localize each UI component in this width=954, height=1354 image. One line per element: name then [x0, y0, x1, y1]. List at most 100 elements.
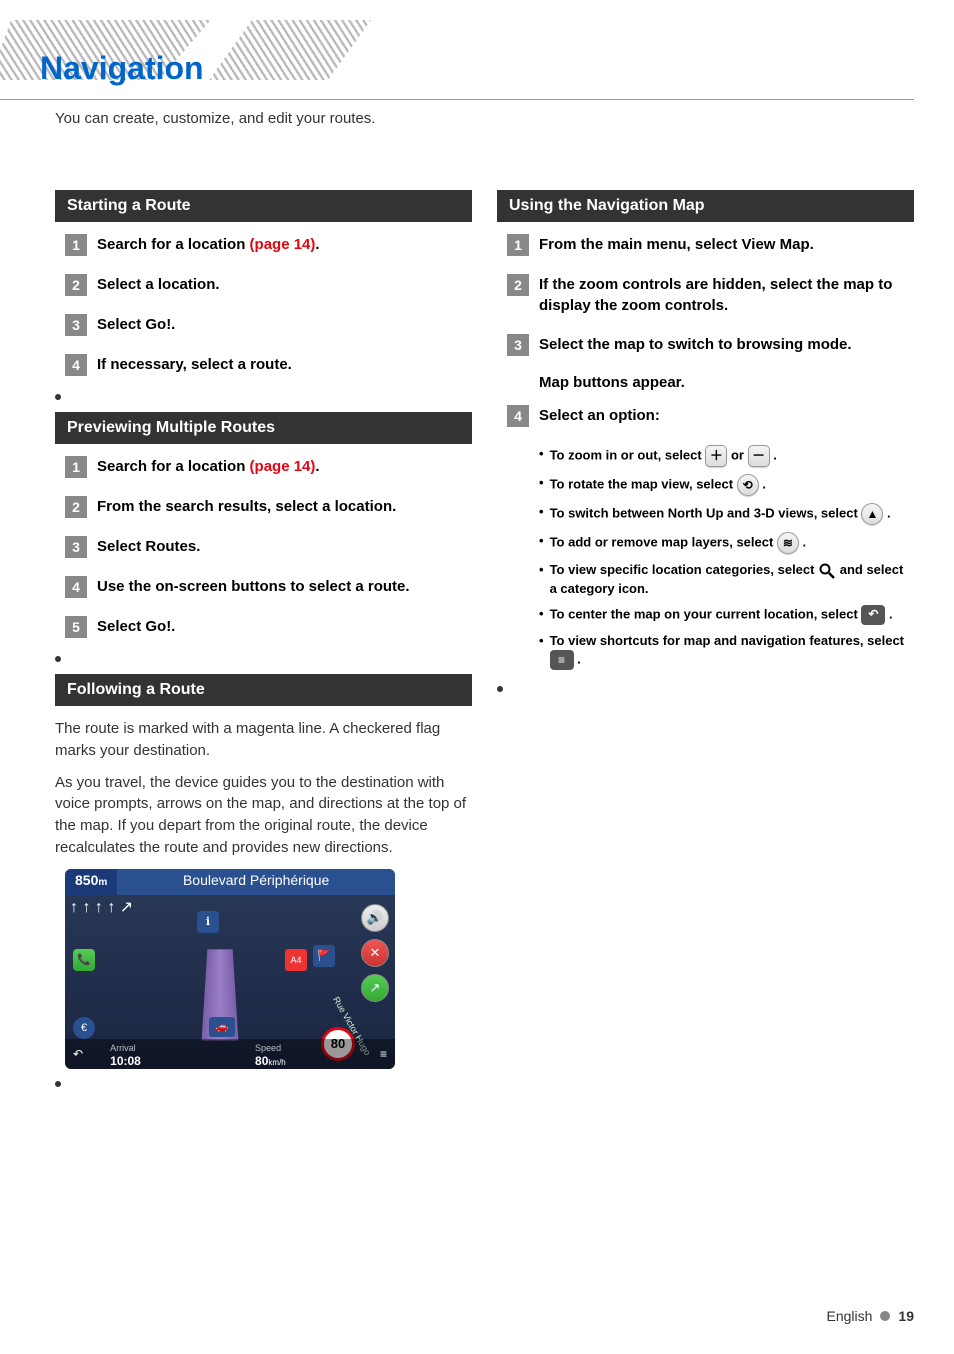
- option-list: • To zoom in or out, select ＋ or － . • T…: [539, 445, 914, 670]
- step-text: From the main menu, select View Map.: [539, 234, 914, 255]
- step-number: 2: [65, 274, 87, 296]
- step-text: Select Go!.: [97, 314, 472, 335]
- layers-icon: ≋: [777, 532, 799, 554]
- step-text: Use the on-screen buttons to select a ro…: [97, 576, 472, 597]
- step-number: 4: [507, 405, 529, 427]
- note-text: Map buttons appear.: [539, 374, 914, 391]
- page-subtitle: You can create, customize, and edit your…: [55, 110, 375, 127]
- body-paragraph: As you travel, the device guides you to …: [55, 772, 472, 859]
- search-icon: [818, 562, 836, 580]
- decorative-hatching: [209, 20, 371, 80]
- step-row: 5 Select Go!.: [65, 616, 472, 638]
- step-text: Select Go!.: [97, 616, 472, 637]
- step-row: 1 From the main menu, select View Map.: [507, 234, 914, 256]
- step-row: 3 Select the map to switch to browsing m…: [507, 334, 914, 356]
- step-row: 2 From the search results, select a loca…: [65, 496, 472, 518]
- map-lane-arrows: ↑ ↑ ↑ ↑ ↗: [70, 897, 133, 917]
- bullet-icon: •: [539, 503, 544, 521]
- menu-icon: ≡: [550, 650, 574, 670]
- map-info-icon: ℹ: [197, 911, 219, 933]
- list-item: • To rotate the map view, select ⟲ .: [539, 474, 914, 496]
- step-text: Select an option:: [539, 405, 914, 426]
- step-number: 1: [507, 234, 529, 256]
- content-columns: Starting a Route 1 Search for a location…: [0, 100, 954, 1099]
- step-text: Select the map to switch to browsing mod…: [539, 334, 914, 355]
- step-text: Select a location.: [97, 274, 472, 295]
- step-text: If the zoom controls are hidden, select …: [539, 274, 914, 316]
- step-row: 3 Select Go!.: [65, 314, 472, 336]
- page-link[interactable]: (page 14): [250, 458, 316, 475]
- left-column: Starting a Route 1 Search for a location…: [55, 190, 472, 1099]
- page-link[interactable]: (page 14): [250, 236, 316, 253]
- euro-icon: €: [73, 1017, 95, 1039]
- mute-icon: 🔊: [361, 904, 389, 932]
- step-row: 4 If necessary, select a route.: [65, 354, 472, 376]
- step-number: 5: [65, 616, 87, 638]
- step-row: 2 Select a location.: [65, 274, 472, 296]
- step-number: 4: [65, 576, 87, 598]
- menu-icon: ≡: [380, 1047, 387, 1061]
- back-arrow-icon: ↶: [861, 605, 885, 625]
- compass-icon: ▲: [861, 503, 883, 525]
- step-row: 4 Select an option:: [507, 405, 914, 427]
- flag-icon: 🚩: [313, 945, 335, 967]
- section-previewing-routes: Previewing Multiple Routes: [55, 412, 472, 444]
- step-row: 1 Search for a location (page 14).: [65, 234, 472, 256]
- bullet-icon: •: [539, 445, 544, 463]
- bullet-icon: •: [539, 474, 544, 492]
- section-using-navigation-map: Using the Navigation Map: [497, 190, 914, 222]
- zoom-in-icon: ＋: [705, 445, 727, 467]
- map-top-bar: 850m Boulevard Périphérique: [65, 869, 395, 895]
- page-footer: English 19: [827, 1308, 915, 1324]
- step-text: Search for a location (page 14).: [97, 234, 472, 255]
- vehicle-icon: 🚗: [209, 1017, 235, 1037]
- step-row: 2 If the zoom controls are hidden, selec…: [507, 274, 914, 316]
- step-row: 4 Use the on-screen buttons to select a …: [65, 576, 472, 598]
- step-text: If necessary, select a route.: [97, 354, 472, 375]
- footer-language: English: [827, 1308, 873, 1324]
- step-number: 3: [507, 334, 529, 356]
- zoom-out-icon: －: [748, 445, 770, 467]
- speed-info: Speed 80km/h: [255, 1040, 286, 1068]
- bullet-icon: •: [539, 532, 544, 550]
- section-dot: [497, 686, 503, 692]
- section-dot: [55, 1081, 61, 1087]
- list-item: • To view shortcuts for map and navigati…: [539, 632, 914, 670]
- list-item: • To add or remove map layers, select ≋ …: [539, 532, 914, 554]
- step-number: 4: [65, 354, 87, 376]
- list-item: • To view specific location categories, …: [539, 561, 914, 598]
- section-starting-route: Starting a Route: [55, 190, 472, 222]
- detour-icon: ↗: [361, 974, 389, 1002]
- step-number: 2: [507, 274, 529, 296]
- phone-icon: 📞: [73, 949, 95, 971]
- step-number: 1: [65, 456, 87, 478]
- body-paragraph: The route is marked with a magenta line.…: [55, 718, 472, 762]
- bullet-icon: •: [539, 561, 544, 579]
- footer-dot-icon: [880, 1311, 890, 1321]
- step-number: 1: [65, 234, 87, 256]
- map-screenshot: 850m Boulevard Périphérique ↑ ↑ ↑ ↑ ↗ ℹ …: [65, 869, 395, 1069]
- section-dot: [55, 656, 61, 662]
- step-row: 1 Search for a location (page 14).: [65, 456, 472, 478]
- arrival-info: Arrival 10:08: [110, 1040, 141, 1068]
- cancel-icon: ✕: [361, 939, 389, 967]
- step-number: 3: [65, 314, 87, 336]
- section-following-route: Following a Route: [55, 674, 472, 706]
- step-text: Search for a location (page 14).: [97, 456, 472, 477]
- step-text: Select Routes.: [97, 536, 472, 557]
- route-marker: A4: [285, 949, 307, 971]
- back-icon: ↶: [73, 1047, 83, 1061]
- list-item: • To zoom in or out, select ＋ or － .: [539, 445, 914, 467]
- list-item: • To switch between North Up and 3-D vie…: [539, 503, 914, 525]
- page-title: Navigation: [40, 50, 204, 87]
- page-header: Navigation: [0, 0, 914, 100]
- step-number: 2: [65, 496, 87, 518]
- map-street-name: Boulevard Périphérique: [117, 869, 395, 895]
- bullet-icon: •: [539, 605, 544, 623]
- step-text: From the search results, select a locati…: [97, 496, 472, 517]
- map-distance: 850m: [65, 869, 117, 895]
- right-column: Using the Navigation Map 1 From the main…: [497, 190, 914, 1099]
- step-number: 3: [65, 536, 87, 558]
- list-item: • To center the map on your current loca…: [539, 605, 914, 625]
- page-number: 19: [898, 1308, 914, 1324]
